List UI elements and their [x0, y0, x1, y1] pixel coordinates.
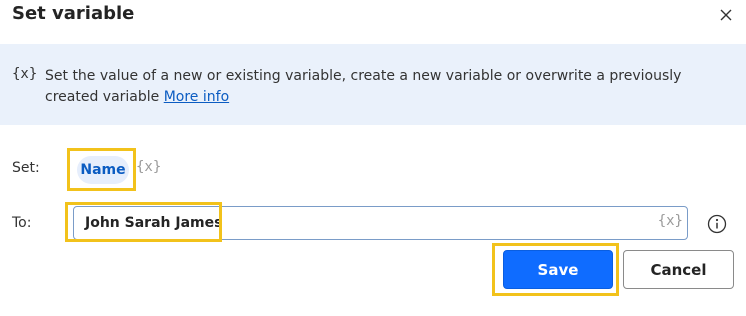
banner-description-text: Set the value of a new or existing varia… — [45, 68, 682, 105]
to-variable-picker-icon[interactable]: {x} — [658, 213, 683, 229]
set-label: Set: — [12, 160, 40, 176]
set-variable-picker-icon[interactable]: {x} — [136, 159, 161, 175]
banner-description: Set the value of a new or existing varia… — [45, 66, 725, 108]
variable-icon: {x} — [12, 66, 38, 82]
close-icon[interactable] — [718, 7, 734, 23]
info-icon[interactable] — [707, 214, 727, 234]
save-button[interactable]: Save — [503, 250, 613, 289]
dialog-title: Set variable — [12, 3, 135, 24]
more-info-link[interactable]: More info — [164, 89, 229, 105]
cancel-button[interactable]: Cancel — [623, 250, 734, 289]
to-label: To: — [12, 215, 32, 231]
info-banner: {x} Set the value of a new or existing v… — [0, 44, 746, 125]
variable-name-chip[interactable]: Name — [77, 156, 129, 184]
to-highlight-box — [65, 202, 222, 242]
